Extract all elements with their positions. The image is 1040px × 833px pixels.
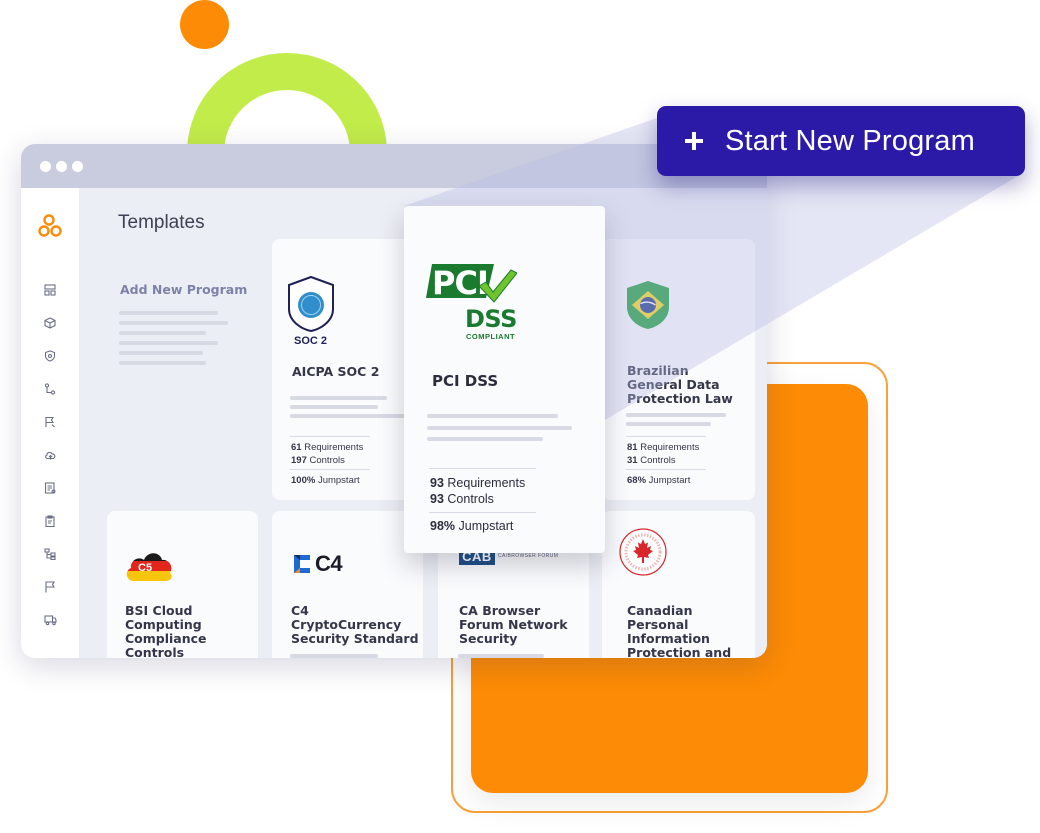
soc2-badge-label: SOC 2 [294,335,328,347]
window-dot [56,161,67,172]
divider [290,436,370,437]
cube-icon[interactable] [42,315,58,331]
checkmark-icon [477,268,518,304]
flag-icon[interactable] [42,579,58,595]
placeholder-bar [119,341,218,345]
card-title-line: Controls [125,645,185,658]
card-title: AICPA SOC 2 [292,364,380,379]
divider [429,468,536,469]
truck-icon[interactable] [42,612,58,628]
add-new-program-card[interactable]: Add New Program [99,283,249,443]
placeholder-bar [290,414,408,418]
card-title-line: CryptoCurrency [291,617,402,632]
card-title-line: C4 [291,603,309,618]
placeholder-bar [119,361,206,365]
window-dot [72,161,83,172]
placeholder-bar [290,396,387,400]
dss-logo-text: DSS [465,305,517,333]
placeholder-bar [626,413,726,417]
jumpstart-percent: 98% Jumpstart [430,519,514,533]
placeholder-bar [458,654,544,658]
placeholder-bar [626,422,711,426]
start-new-program-button[interactable]: Start New Program [657,106,1025,176]
placeholder-bar [119,311,218,315]
window-titlebar [21,144,767,188]
requirements-count: 81 Requirements [627,442,700,453]
app-window: Templates Add New Program SOC 2 AICPA SO… [21,144,767,658]
cab-logo-subtitle: CA/BROWSER FORUM [498,553,559,559]
orange-dot-decoration [180,0,229,49]
card-title-line: Security Standard [291,631,419,646]
divider [429,512,536,513]
sidebar [21,188,79,658]
divider [626,469,706,470]
placeholder-bar [119,321,228,325]
card-title-line: CA Browser [459,603,541,618]
requirements-count: 93 Requirements [430,476,526,490]
divider [626,436,706,437]
c4-logo-text: C4 [315,551,343,576]
controls-count: 31 Controls [627,455,676,466]
template-card-pci-dss[interactable]: PCI DSS COMPLIANT PCI DSS 93 Requirement… [404,206,605,553]
card-title-line: Forum Network [459,617,568,632]
card-title-line: Security [459,631,518,646]
c4-logo-icon [292,553,312,575]
app-logo-icon[interactable] [37,213,65,241]
template-card-c5[interactable]: C5 BSI Cloud Computing Compliance Contro… [107,511,258,658]
placeholder-bar [427,414,558,418]
card-title-line: Information [627,631,710,646]
card-title-line: Brazilian [627,363,689,378]
template-card-c4[interactable]: C4 C4 CryptoCurrency Security Standard [272,511,423,658]
template-card-soc2[interactable]: SOC 2 AICPA SOC 2 61 Requirements 197 Co… [272,239,425,500]
requirements-count: 61 Requirements [291,442,364,453]
hierarchy-icon[interactable] [42,546,58,562]
placeholder-bar [119,331,206,335]
jumpstart-percent: 100% Jumpstart [291,475,360,486]
card-title-line: Canadian [627,603,693,618]
card-title-line: Personal [627,617,689,632]
plus-icon [683,130,705,152]
placeholder-bar [119,351,203,355]
c5-badge-label: C5 [138,562,153,574]
controls-count: 197 Controls [291,455,345,466]
card-title-line: Computing [125,617,202,632]
add-new-program-title: Add New Program [120,282,248,297]
template-card-pipeda[interactable]: Canadian Personal Information Protection… [602,511,755,658]
card-title-line: Protection Law [627,391,733,406]
cloud-upload-icon[interactable] [42,447,58,463]
canada-seal-icon [618,527,668,577]
flag-edit-icon[interactable] [42,414,58,430]
clipboard-icon[interactable] [42,513,58,529]
placeholder-bar [427,437,543,441]
compliant-logo-text: COMPLIANT [466,332,516,341]
brazil-shield-icon [625,279,671,331]
template-card-lgpd[interactable]: Brazilian General Data Protection Law 81… [602,239,755,500]
placeholder-bar [290,405,378,409]
card-title-line: BSI Cloud [125,603,193,618]
report-icon[interactable] [42,480,58,496]
placeholder-bar [290,654,378,658]
jumpstart-percent: 68% Jumpstart [627,475,691,486]
shield-icon[interactable] [42,348,58,364]
start-new-program-label: Start New Program [725,124,975,157]
card-title: PCI DSS [432,372,499,390]
workflow-icon[interactable] [42,381,58,397]
controls-count: 93 Controls [430,492,494,506]
placeholder-bar [427,426,572,430]
card-title-line: Compliance [125,631,207,646]
divider [290,469,370,470]
dashboard-icon[interactable] [42,282,58,298]
page-title: Templates [118,212,205,233]
card-title-line: Protection and [627,645,732,658]
card-title-line: General Data [627,377,720,392]
soc2-badge-icon [287,275,335,333]
window-dot [40,161,51,172]
